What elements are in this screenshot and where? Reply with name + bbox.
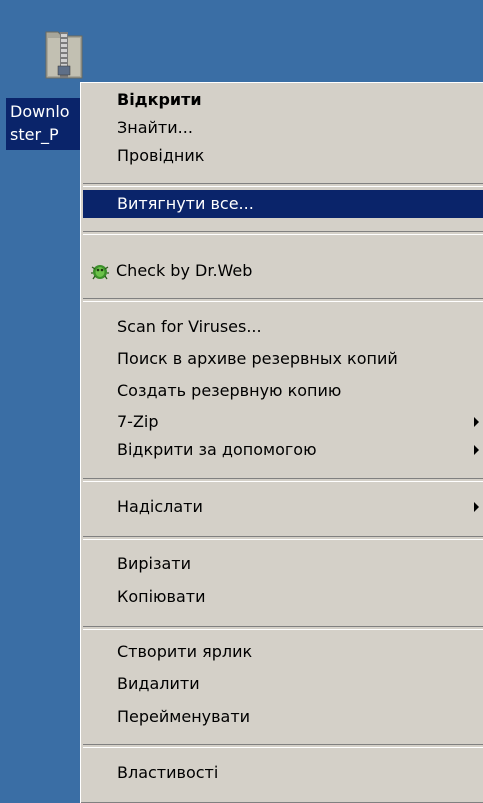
menu-item-7zip[interactable]: 7-Zip — [83, 408, 483, 436]
menu-item-copy-label: Копіювати — [117, 587, 206, 606]
desktop: Downlo ster_P Відкрити Знайти... Провідн… — [0, 0, 483, 803]
dr-web-spider-icon — [90, 261, 110, 281]
menu-item-search-backup-archive-label: Поиск в архиве резервных копий — [117, 349, 398, 368]
menu-item-properties[interactable]: Властивості — [83, 759, 483, 787]
menu-item-explorer[interactable]: Провідник — [83, 142, 483, 170]
menu-separator — [83, 536, 483, 540]
menu-item-scan-viruses[interactable]: Scan for Viruses... — [83, 313, 483, 341]
menu-item-check-dr-web-label: Check by Dr.Web — [116, 261, 253, 280]
file-name-line-2: ster_P — [10, 125, 59, 144]
menu-item-delete[interactable]: Видалити — [83, 670, 483, 698]
submenu-arrow-icon — [474, 417, 479, 427]
menu-item-open-with[interactable]: Відкрити за допомогою — [83, 436, 483, 464]
menu-item-cut-label: Вирізати — [117, 554, 192, 573]
menu-separator — [83, 183, 483, 187]
menu-item-send-to-label: Надіслати — [117, 497, 203, 516]
zip-folder-icon[interactable] — [44, 26, 84, 80]
menu-item-open-with-label: Відкрити за допомогою — [117, 440, 317, 459]
menu-item-create-backup[interactable]: Создать резервную копию — [83, 377, 483, 405]
submenu-arrow-icon — [474, 502, 479, 512]
menu-item-7zip-label: 7-Zip — [117, 412, 159, 431]
menu-separator — [83, 478, 483, 482]
menu-separator — [83, 744, 483, 748]
menu-item-delete-label: Видалити — [117, 674, 200, 693]
menu-item-rename-label: Перейменувати — [117, 707, 251, 726]
menu-item-search[interactable]: Знайти... — [83, 114, 483, 142]
menu-item-check-dr-web[interactable]: Check by Dr.Web — [83, 257, 483, 285]
file-name-line-1: Downlo — [10, 102, 70, 121]
context-menu: Відкрити Знайти... Провідник Витягнути в… — [80, 82, 483, 803]
menu-item-rename[interactable]: Перейменувати — [83, 703, 483, 731]
menu-item-create-shortcut-label: Створити ярлик — [117, 642, 253, 661]
menu-item-copy[interactable]: Копіювати — [83, 583, 483, 611]
menu-separator — [83, 231, 483, 235]
menu-item-search-backup-archive[interactable]: Поиск в архиве резервных копий — [83, 345, 483, 373]
menu-item-cut[interactable]: Вирізати — [83, 550, 483, 578]
menu-item-extract-all[interactable]: Витягнути все... — [83, 190, 483, 218]
menu-item-extract-all-label: Витягнути все... — [117, 194, 254, 213]
menu-item-open[interactable]: Відкрити — [83, 86, 483, 114]
menu-item-create-shortcut[interactable]: Створити ярлик — [83, 638, 483, 666]
menu-separator — [83, 626, 483, 630]
file-name-label[interactable]: Downlo ster_P — [6, 98, 84, 150]
menu-item-open-label: Відкрити — [117, 90, 202, 109]
menu-item-properties-label: Властивості — [117, 763, 219, 782]
menu-item-search-label: Знайти... — [117, 118, 193, 137]
menu-item-send-to[interactable]: Надіслати — [83, 493, 483, 521]
menu-item-create-backup-label: Создать резервную копию — [117, 381, 342, 400]
menu-item-explorer-label: Провідник — [117, 146, 205, 165]
menu-item-scan-viruses-label: Scan for Viruses... — [117, 317, 262, 336]
submenu-arrow-icon — [474, 445, 479, 455]
menu-separator — [83, 298, 483, 302]
